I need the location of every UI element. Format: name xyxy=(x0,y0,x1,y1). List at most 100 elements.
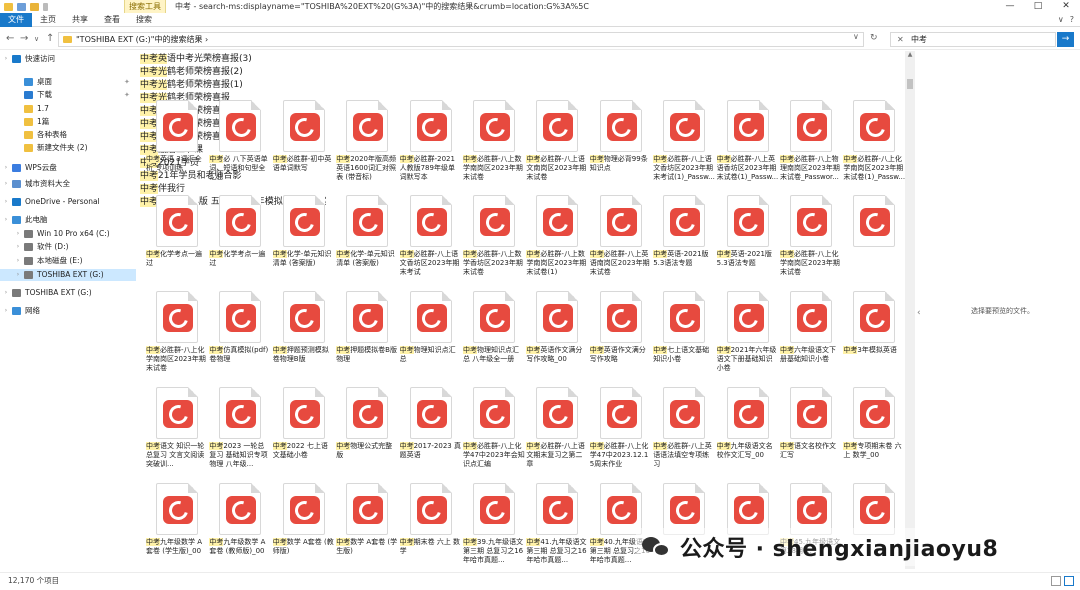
tab-view[interactable]: 查看 xyxy=(96,13,128,27)
file-tile[interactable]: 中考必胜群-八上物理南岗区2023年期末试卷_Passwor... xyxy=(780,100,842,192)
file-tile[interactable]: 中考英语-2021版5.3语法专题 xyxy=(653,195,715,287)
file-tile[interactable]: 中考必胜群-八上语文香坊区2023年期末考试 xyxy=(399,195,462,287)
file-tile[interactable]: 中考数学 A套卷 (学生版) xyxy=(336,483,398,569)
address-path[interactable]: "TOSHIBA EXT (G:)"中的搜索结果 › xyxy=(76,34,208,45)
file-tile[interactable]: 中考必 八下英语单词、短语和句型全汇总 xyxy=(209,100,271,192)
address-bar[interactable]: "TOSHIBA EXT (G:)"中的搜索结果 › xyxy=(58,32,864,47)
forward-button[interactable]: → xyxy=(20,33,28,45)
file-tile[interactable]: 中考41.九年级语文第三期 总复习之16年哈市真题... xyxy=(526,483,588,569)
file-tile[interactable]: 中考英语作文满分写作攻略 xyxy=(589,291,652,383)
nav-item[interactable]: 1篇 xyxy=(0,116,49,128)
search-input[interactable]: ✕ 中考 xyxy=(890,32,1056,47)
file-tile[interactable]: 中考专项期末卷 六上 数学_00 xyxy=(843,387,905,479)
file-tile[interactable]: 中考化学考点一遍过 xyxy=(209,195,271,287)
file-tile[interactable]: 中考必胜群-八上化学47中2023.12.15周末作业 xyxy=(589,387,652,479)
file-tile[interactable]: 中考必胜群-八上化学南岗区2023年期末试卷 xyxy=(146,291,208,383)
properties-icon[interactable] xyxy=(17,2,26,11)
clear-search-icon[interactable]: ✕ xyxy=(897,33,904,46)
file-tile[interactable]: 中考必胜群-八上化学47中2023年会知识点汇编 xyxy=(463,387,525,479)
tab-search[interactable]: 搜索 xyxy=(128,13,160,27)
scrollbar-thumb[interactable] xyxy=(907,79,913,89)
file-tile[interactable]: 中考英语-2021版5.3语法专题 xyxy=(716,195,779,287)
chevron-right-icon[interactable]: › xyxy=(14,228,22,240)
file-tile[interactable]: 中考语文 知识一轮总复习 文言文阅读突破训... xyxy=(146,387,208,479)
nav-item[interactable]: › 本地磁盘 (E:) xyxy=(0,255,83,267)
chevron-right-icon[interactable]: › xyxy=(2,214,10,226)
search-tools-context-tab[interactable]: 搜索工具 xyxy=(124,0,166,13)
file-tile[interactable]: 中考语文名校作文汇写 xyxy=(780,387,842,479)
search-go-button[interactable]: → xyxy=(1057,32,1074,47)
dropdown-icon[interactable] xyxy=(43,2,48,11)
nav-item[interactable]: › TOSHIBA EXT (G:) xyxy=(0,269,136,281)
file-tile[interactable]: 中考九年级数学 A套卷 (教师版)_00 xyxy=(209,483,271,569)
file-tile[interactable]: 中考押题模拟卷B版物理 xyxy=(336,291,398,383)
file-tile[interactable]: 中考2022 七上语文基础小卷 xyxy=(272,387,335,479)
chevron-right-icon[interactable]: › xyxy=(14,255,22,267)
file-tile[interactable]: 中考九年级数学 A套卷 (学生版)_00 xyxy=(146,483,208,569)
nav-item[interactable]: › 此电脑 xyxy=(0,214,48,226)
details-view-icon[interactable] xyxy=(1051,576,1061,586)
maximize-button[interactable]: □ xyxy=(1024,0,1052,13)
nav-item[interactable]: › 软件 (D:) xyxy=(0,241,69,253)
chevron-right-icon[interactable]: › xyxy=(14,241,22,253)
file-tile[interactable]: 中考化学-单元知识清单 (答案版) xyxy=(336,195,398,287)
chevron-right-icon[interactable]: › xyxy=(2,53,10,65)
file-tile[interactable]: 中考2020年版高频英语1600词汇对照表 (带音标) xyxy=(336,100,398,192)
file-tile[interactable]: 中考必胜群-八上化学南岗区2023年期末试卷 xyxy=(780,195,842,287)
nav-item[interactable]: 下载 ✦ xyxy=(0,89,130,101)
up-button[interactable]: ↑ xyxy=(46,33,54,45)
folder-icon[interactable] xyxy=(4,2,13,11)
nav-item[interactable]: 1.7 xyxy=(0,103,49,115)
chevron-right-icon[interactable]: › xyxy=(2,305,10,317)
close-button[interactable]: ✕ xyxy=(1052,0,1080,13)
file-tile[interactable] xyxy=(843,195,905,287)
nav-item[interactable]: › 网络 xyxy=(0,305,40,317)
tab-share[interactable]: 共享 xyxy=(64,13,96,27)
file-tile[interactable]: 中考必胜群-八上数学香坊区2023年期末试卷 xyxy=(463,195,525,287)
nav-item[interactable]: › 快速访问 xyxy=(0,53,55,65)
nav-item[interactable]: › OneDrive - Personal xyxy=(0,196,100,208)
file-tile[interactable]: 中考化学考点一遍过 xyxy=(146,195,208,287)
preview-splitter[interactable]: ‹ xyxy=(915,51,925,569)
scroll-up-icon[interactable]: ▲ xyxy=(905,51,915,58)
nav-item[interactable]: › Win 10 Pro x64 (C:) xyxy=(0,228,110,240)
file-tile[interactable]: 中考仿真模拟(pdf)卷物理 xyxy=(209,291,271,383)
file-tile[interactable]: 中考必胜群-八上英语南岗区2023年期末试卷 xyxy=(589,195,652,287)
file-tile[interactable]: 中考物理知识点汇总 xyxy=(399,291,462,383)
file-tile[interactable]: 中考英语 3词汇全析 专项训练 xyxy=(146,100,208,192)
file-tile[interactable]: 中考六年级语文下册基础知识小卷 xyxy=(780,291,842,383)
file-tile[interactable]: 中考七上语文基础知识小卷 xyxy=(653,291,715,383)
address-dropdown-icon[interactable]: ∨ xyxy=(853,32,859,41)
nav-item[interactable]: › 城市资料大全 xyxy=(0,178,70,190)
refresh-icon[interactable]: ↻ xyxy=(870,33,878,43)
file-tile[interactable]: 中考必胜群-八上语文期末复习之第二章 xyxy=(526,387,588,479)
file-tile[interactable]: 中考2023 一轮总复习 基础知识专项 物理 八年级... xyxy=(209,387,271,479)
file-tile[interactable]: 中考必胜群-初中英语单词默写 xyxy=(272,100,335,192)
file-tile[interactable]: 中考必胜群-八上英语语法填空专项练习 xyxy=(653,387,715,479)
file-tile[interactable]: 中考必胜群-八上英语香坊区2023年期末试卷(1)_Passw... xyxy=(716,100,779,192)
file-tile[interactable]: 中考化学-单元知识清单 (答案版) xyxy=(272,195,335,287)
file-tile[interactable]: 中考期末卷 六上 数学 xyxy=(399,483,462,569)
file-tile[interactable]: 中考必胜群-2021人教版789年级单词默写本 xyxy=(399,100,462,192)
file-tile[interactable]: 中考数学 A套卷 (教师版) xyxy=(272,483,335,569)
nav-item[interactable]: 各种表格 xyxy=(0,129,67,141)
recent-locations-button[interactable]: ∨ xyxy=(34,33,39,45)
file-tile[interactable]: 中考押题预测模拟卷物理B版 xyxy=(272,291,335,383)
help-icon[interactable]: ? xyxy=(1070,13,1074,27)
file-tile[interactable]: 中考2017-2023 真题英语 xyxy=(399,387,462,479)
chevron-right-icon[interactable]: › xyxy=(2,162,10,174)
chevron-right-icon[interactable]: › xyxy=(2,287,10,299)
new-folder-icon[interactable] xyxy=(30,2,39,11)
chevron-right-icon[interactable]: › xyxy=(14,269,22,281)
file-tile[interactable]: 中考必胜群-八上语文南岗区2023年期末试卷 xyxy=(526,100,588,192)
file-tile[interactable]: 中考物理公式完整版 xyxy=(336,387,398,479)
expand-ribbon-icon[interactable]: ∨ xyxy=(1058,13,1064,27)
tab-home[interactable]: 主页 xyxy=(32,13,64,27)
file-tile[interactable]: 中考必胜群-八上化学南岗区2023年期末试卷(1)_Passw... xyxy=(843,100,905,192)
file-tile[interactable]: 中考九年级语文名校作文汇写_00 xyxy=(716,387,779,479)
tab-file[interactable]: 文件 xyxy=(0,12,32,27)
pin-icon[interactable]: ✦ xyxy=(124,76,130,88)
nav-item[interactable]: 新建文件夹 (2) xyxy=(0,142,88,154)
minimize-button[interactable]: — xyxy=(996,0,1024,13)
file-tile[interactable]: 中考2021年六年级语文下册基础知识小卷 xyxy=(716,291,779,383)
